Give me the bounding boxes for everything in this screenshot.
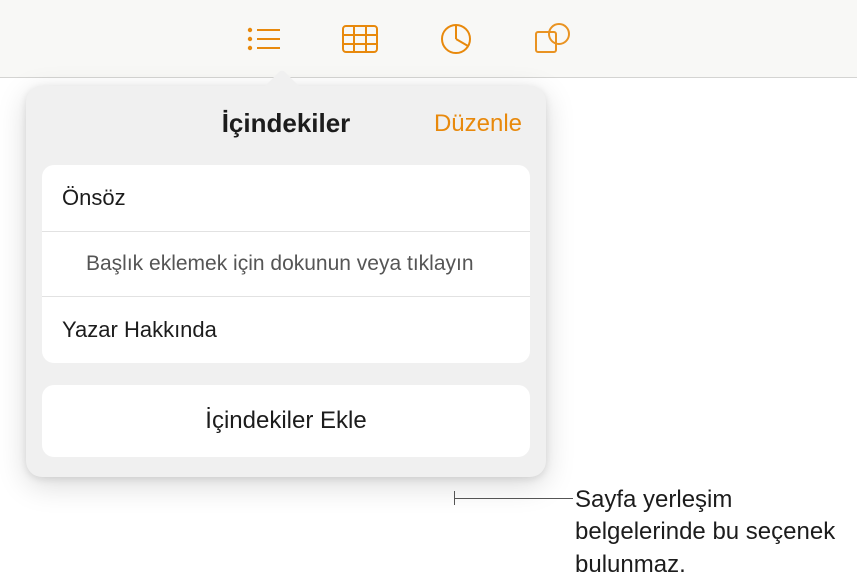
table-icon (341, 24, 379, 54)
shape-toolbar-button[interactable] (528, 15, 576, 63)
add-toc-button[interactable]: İçindekiler Ekle (42, 385, 530, 457)
table-toolbar-button[interactable] (336, 15, 384, 63)
annotation-text: Sayfa yerleşim belgelerinde bu seçenek b… (575, 484, 845, 581)
toc-toolbar-button[interactable] (240, 15, 288, 63)
shapes-icon (534, 22, 570, 56)
chart-toolbar-button[interactable] (432, 15, 480, 63)
popover-title: İçindekiler (222, 108, 351, 138)
toc-popover: İçindekiler Düzenle Önsöz Başlık eklemek… (26, 86, 546, 477)
toc-item[interactable]: Önsöz (42, 165, 530, 232)
annotation-leader-line (455, 498, 573, 499)
toc-list: Önsöz Başlık eklemek için dokunun veya t… (42, 165, 530, 363)
toolbar (0, 0, 857, 78)
pie-chart-icon (439, 22, 473, 56)
toc-item[interactable]: Başlık eklemek için dokunun veya tıklayı… (42, 232, 530, 297)
toc-item[interactable]: Yazar Hakkında (42, 297, 530, 363)
list-icon (246, 25, 282, 53)
edit-button[interactable]: Düzenle (434, 110, 522, 138)
popover-header: İçindekiler Düzenle (42, 104, 530, 143)
